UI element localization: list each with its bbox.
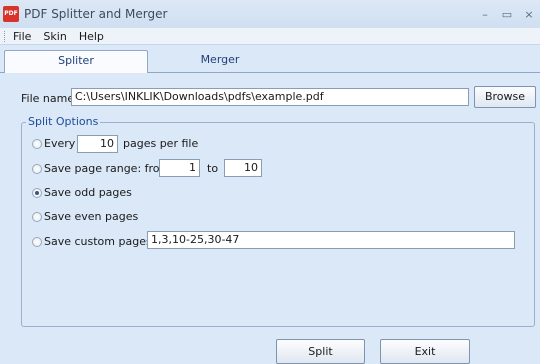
split-options-title: Split Options xyxy=(26,115,101,128)
radio-every[interactable] xyxy=(32,139,42,149)
title-bar: PDF PDF Splitter and Merger – ▭ × xyxy=(0,0,540,28)
custom-pages-input[interactable]: 1,3,10-25,30-47 xyxy=(147,231,515,249)
close-button[interactable]: × xyxy=(518,8,540,21)
custom-pages-label: Save custom pages: xyxy=(44,235,156,248)
window-controls: – ▭ × xyxy=(474,0,540,28)
odd-pages-label: Save odd pages xyxy=(44,186,132,199)
file-name-input[interactable]: C:\Users\INKLIK\Downloads\pdfs\example.p… xyxy=(71,88,469,106)
spliter-panel: File name: C:\Users\INKLIK\Downloads\pdf… xyxy=(0,73,540,364)
minimize-button[interactable]: – xyxy=(474,8,496,21)
every-label: Every xyxy=(44,137,76,150)
range-to-label: to xyxy=(207,162,219,175)
pages-per-file-label: pages per file xyxy=(123,137,199,150)
range-from-input[interactable]: 1 xyxy=(159,159,200,177)
browse-button[interactable]: Browse xyxy=(474,86,536,108)
menu-grip-icon xyxy=(4,30,7,42)
tab-strip: Spliter Merger xyxy=(0,45,540,74)
even-pages-label: Save even pages xyxy=(44,210,139,223)
exit-button[interactable]: Exit xyxy=(380,339,470,364)
radio-odd-pages[interactable] xyxy=(32,188,42,198)
radio-even-pages[interactable] xyxy=(32,212,42,222)
menu-file[interactable]: File xyxy=(13,30,31,43)
split-button[interactable]: Split xyxy=(276,339,365,364)
menu-bar: File Skin Help xyxy=(0,28,540,45)
range-to-input[interactable]: 10 xyxy=(224,159,262,177)
radio-page-range[interactable] xyxy=(32,164,42,174)
window-title: PDF Splitter and Merger xyxy=(24,7,168,21)
tab-spliter[interactable]: Spliter xyxy=(4,50,148,74)
pdf-app-icon: PDF xyxy=(3,6,19,22)
radio-custom-pages[interactable] xyxy=(32,237,42,247)
tab-merger[interactable]: Merger xyxy=(150,50,290,73)
file-name-label: File name: xyxy=(21,92,78,105)
menu-skin[interactable]: Skin xyxy=(43,30,66,43)
every-pages-input[interactable]: 10 xyxy=(77,135,118,153)
page-range-label: Save page range: from xyxy=(44,162,171,175)
menu-help[interactable]: Help xyxy=(79,30,104,43)
maximize-button[interactable]: ▭ xyxy=(496,8,518,21)
